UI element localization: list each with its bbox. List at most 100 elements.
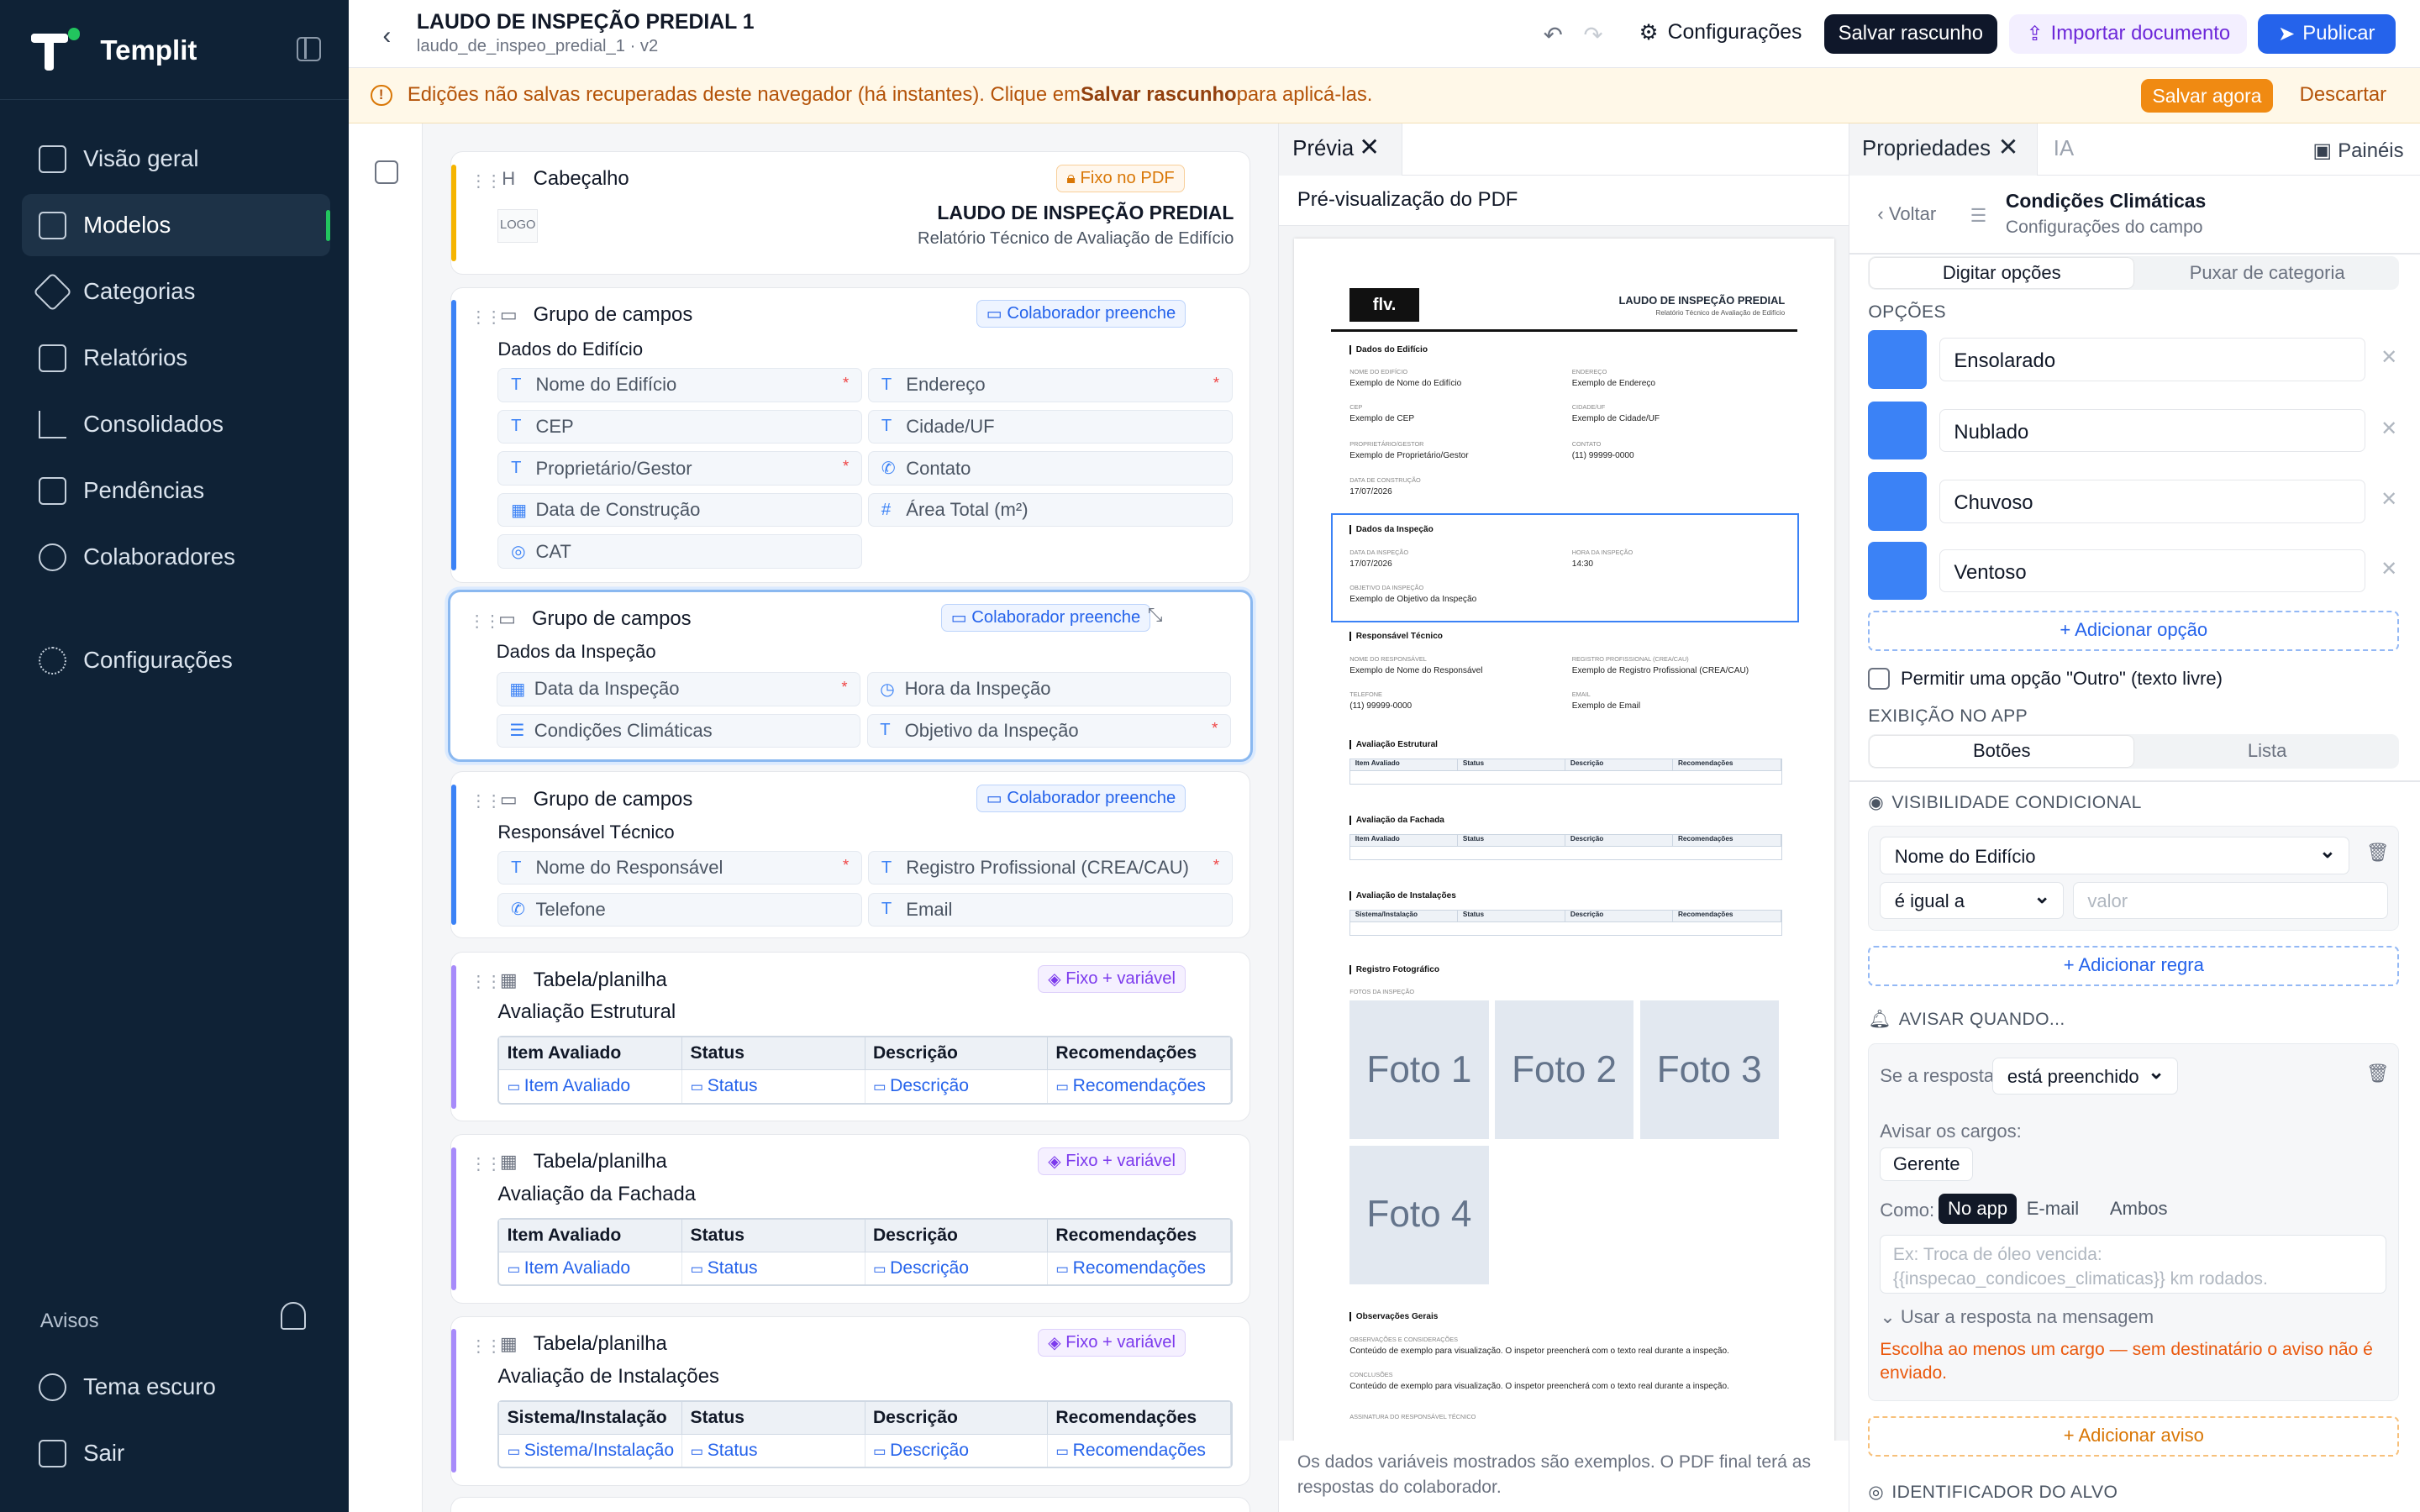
table-block[interactable]: ⋮⋮ ▦ Tabela/planilha ◈ Fixo + variável Ava…: [450, 1315, 1250, 1486]
drag-handle-icon[interactable]: ⋮⋮: [470, 1336, 502, 1357]
discard-button[interactable]: Descartar: [2300, 83, 2386, 107]
table-cell[interactable]: Recomendações: [1047, 1252, 1231, 1285]
table-cell[interactable]: Descrição: [865, 1433, 1049, 1467]
table-cell[interactable]: Descrição: [865, 1252, 1049, 1285]
import-document-button[interactable]: ⇪ Importar documento: [2009, 13, 2248, 55]
field-chip[interactable]: ☰ Condições Climáticas: [496, 713, 861, 748]
field-chip[interactable]: T Registro Profissional (CREA/CAU) *: [868, 850, 1233, 885]
table-cell[interactable]: Recomendações: [1047, 1069, 1231, 1103]
back-chevron-icon[interactable]: ‹: [383, 22, 392, 50]
condition-operator-select[interactable]: é igual a: [1880, 881, 2064, 919]
color-swatch[interactable]: [1868, 541, 1928, 601]
sidebar-item-configuracoes[interactable]: Configurações: [22, 629, 330, 690]
trash-icon[interactable]: 🗑︎: [2366, 842, 2390, 864]
collapse-icon[interactable]: ⤡: [1148, 604, 1163, 626]
sidebar-item-modelos[interactable]: Modelos: [21, 194, 331, 256]
add-option-button[interactable]: + Adicionar opção: [1868, 611, 2400, 652]
field-chip[interactable]: ◎ CAT: [497, 534, 862, 569]
undo-icon[interactable]: ↶: [1544, 22, 1563, 49]
color-swatch[interactable]: [1868, 401, 1928, 460]
message-textarea[interactable]: Ex: Troca de óleo vencida: {{inspecao_co…: [1880, 1235, 2386, 1294]
field-chip[interactable]: T Endereço *: [868, 368, 1233, 402]
table-block-partial[interactable]: [450, 1496, 1250, 1512]
sidebar-item-visao-geral[interactable]: Visão geral: [22, 128, 330, 189]
table-block[interactable]: ⋮⋮ ▦ Tabela/planilha ◈ Fixo + variável Ava…: [450, 952, 1250, 1122]
pdf-viewport[interactable]: flv. LAUDO DE INSPEÇÃO PREDIAL Relatório…: [1278, 225, 1850, 1441]
collapse-sidebar-icon[interactable]: [296, 37, 322, 62]
table-cell[interactable]: Item Avaliado: [499, 1069, 683, 1103]
back-button[interactable]: ‹ Voltar: [1877, 203, 1936, 225]
table-cell[interactable]: Recomendações: [1047, 1433, 1231, 1467]
condition-value-input[interactable]: valor: [2072, 881, 2388, 919]
tab-ai[interactable]: IA: [2054, 137, 2074, 161]
option-input[interactable]: Chuvoso: [1939, 480, 2365, 523]
settings-button[interactable]: ⚙ Configurações: [1639, 20, 1802, 45]
segment-type-options[interactable]: Digitar opções: [1870, 257, 2134, 289]
color-swatch[interactable]: [1868, 330, 1928, 389]
segment-buttons[interactable]: Botões: [1870, 736, 2134, 767]
how-option-app[interactable]: No app: [1939, 1193, 2018, 1225]
bell-icon[interactable]: [281, 1302, 306, 1331]
add-notice-button[interactable]: + Adicionar aviso: [1868, 1416, 2400, 1457]
segment-pull-category[interactable]: Puxar de categoria: [2135, 256, 2399, 290]
role-chip[interactable]: Gerente: [1880, 1147, 1974, 1182]
close-icon[interactable]: ✕: [1359, 133, 1380, 162]
sidebar-item-categorias[interactable]: Categorias: [22, 260, 330, 322]
how-option-both[interactable]: Ambos: [2101, 1194, 2177, 1225]
option-input[interactable]: Nublado: [1939, 408, 2365, 453]
sidebar-item-consolidados[interactable]: Consolidados: [22, 393, 330, 454]
display-toggle[interactable]: Botões Lista: [1868, 734, 2400, 769]
option-input[interactable]: Ventoso: [1939, 549, 2365, 593]
option-source-toggle[interactable]: Digitar opções Puxar de categoria: [1868, 255, 2400, 291]
segment-list[interactable]: Lista: [2135, 734, 2399, 768]
field-chip[interactable]: T Nome do Responsável *: [497, 850, 862, 885]
sidebar-item-pendencias[interactable]: Pendências: [22, 459, 330, 521]
trash-icon[interactable]: 🗑︎: [2366, 1063, 2390, 1084]
condition-field-select[interactable]: Nome do Edifício: [1880, 837, 2349, 874]
field-group-block[interactable]: ⋮⋮ ▭ Grupo de campos ▭ Colaborador preench…: [450, 771, 1250, 938]
close-icon[interactable]: ✕: [1998, 133, 2019, 162]
option-input[interactable]: Ensolarado: [1939, 338, 2365, 381]
save-now-button[interactable]: Salvar agora: [2140, 78, 2274, 113]
header-block[interactable]: ⋮⋮ H Cabeçalho 🔒︎ Fixo no PDF LOGO LAUDO D…: [450, 150, 1250, 275]
panel-toggle-icon[interactable]: [375, 160, 398, 184]
dark-theme-toggle[interactable]: Tema escuro: [22, 1356, 330, 1417]
table-cell[interactable]: Status: [681, 1433, 865, 1467]
field-chip[interactable]: T CEP: [497, 409, 862, 444]
remove-icon[interactable]: ✕: [2381, 345, 2397, 370]
field-group-block-selected[interactable]: ⋮⋮ ▭ Grupo de campos ▭ Colaborador preench…: [447, 589, 1254, 763]
field-chip[interactable]: T Cidade/UF: [868, 409, 1233, 444]
save-draft-button[interactable]: Salvar rascunho: [1823, 13, 1997, 55]
table-cell[interactable]: Item Avaliado: [499, 1252, 683, 1285]
drag-handle-icon[interactable]: ⋮⋮: [470, 971, 502, 992]
drag-handle-icon[interactable]: ⋮⋮: [469, 611, 502, 632]
table-block[interactable]: ⋮⋮ ▦ Tabela/planilha ◈ Fixo + variável Ava…: [450, 1133, 1250, 1304]
publish-button[interactable]: ➤ Publicar: [2258, 13, 2396, 55]
field-chip[interactable]: ✆ Telefone: [497, 892, 862, 927]
field-chip[interactable]: ▦ Data de Construção: [497, 492, 862, 528]
remove-icon[interactable]: ✕: [2381, 557, 2397, 581]
drag-handle-icon[interactable]: ⋮⋮: [470, 307, 502, 328]
drag-handle-icon[interactable]: ⋮⋮: [470, 171, 502, 192]
tab-properties[interactable]: Propriedades ✕: [1849, 123, 2039, 176]
table-cell[interactable]: Descrição: [865, 1069, 1049, 1103]
panels-button[interactable]: ▣ Painéis: [2312, 139, 2403, 163]
add-rule-button[interactable]: + Adicionar regra: [1868, 945, 2400, 986]
drag-handle-icon[interactable]: ⋮⋮: [470, 790, 502, 811]
redo-icon[interactable]: ↷: [1583, 22, 1602, 49]
drag-handle-icon[interactable]: ⋮⋮: [470, 1153, 502, 1174]
sidebar-item-relatorios[interactable]: Relatórios: [22, 327, 330, 388]
table-cell[interactable]: Status: [681, 1252, 865, 1285]
field-chip[interactable]: T Proprietário/Gestor *: [497, 451, 862, 486]
remove-icon[interactable]: ✕: [2381, 417, 2397, 441]
field-chip[interactable]: T Nome do Edifício *: [497, 368, 862, 402]
app-logo[interactable]: Templit: [30, 28, 197, 74]
logout-button[interactable]: Sair: [22, 1422, 330, 1483]
how-option-email[interactable]: E-mail: [2018, 1194, 2088, 1225]
field-chip[interactable]: # Área Total (m²): [868, 492, 1233, 528]
field-chip[interactable]: ✆ Contato: [868, 451, 1233, 486]
color-swatch[interactable]: [1868, 472, 1928, 531]
field-chip[interactable]: ▦ Data da Inspeção *: [496, 672, 861, 706]
remove-icon[interactable]: ✕: [2381, 487, 2397, 512]
table-cell[interactable]: Sistema/Instalação: [499, 1433, 683, 1467]
